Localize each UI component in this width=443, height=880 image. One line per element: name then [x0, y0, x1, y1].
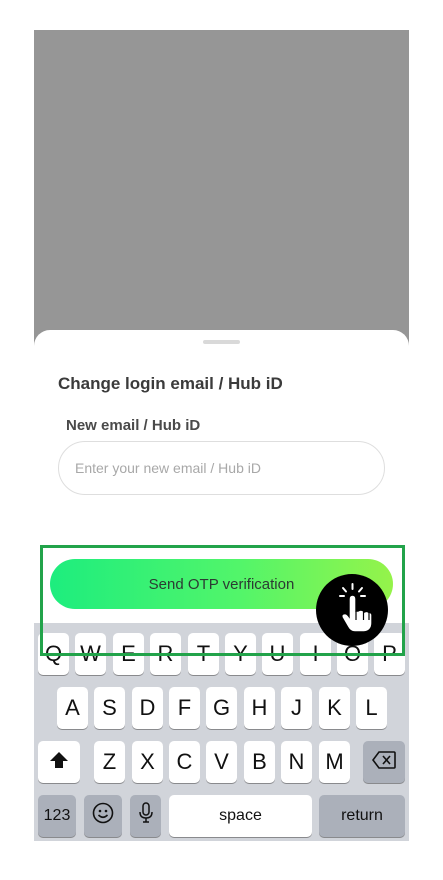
shift-key[interactable] [38, 741, 80, 783]
key-label: A [65, 695, 80, 720]
key-b[interactable]: B [244, 741, 275, 783]
key-m[interactable]: M [319, 741, 350, 783]
key-label: B [252, 749, 267, 774]
space-key-label: space [219, 807, 262, 824]
key-label: L [365, 695, 378, 720]
key-c[interactable]: C [169, 741, 200, 783]
sheet-grabber[interactable] [203, 340, 240, 344]
email-input[interactable] [58, 441, 385, 495]
key-label: H [251, 695, 268, 720]
key-k[interactable]: K [319, 687, 350, 729]
key-label: D [139, 695, 156, 720]
key-label: N [288, 749, 305, 774]
return-key-label: return [341, 807, 383, 824]
shift-icon [49, 749, 69, 775]
key-label: G [212, 695, 231, 720]
key-s[interactable]: S [94, 687, 125, 729]
key-f[interactable]: F [169, 687, 200, 729]
emoji-key[interactable] [84, 795, 122, 837]
tap-indicator [316, 574, 388, 646]
key-d[interactable]: D [132, 687, 163, 729]
numbers-key[interactable]: 123 [38, 795, 76, 837]
key-label: M [325, 749, 344, 774]
phone-screen: Change login email / Hub iD New email / … [34, 30, 409, 841]
sheet-title: Change login email / Hub iD [58, 374, 283, 393]
key-label: J [291, 695, 302, 720]
key-a[interactable]: A [57, 687, 88, 729]
key-label: K [327, 695, 342, 720]
key-n[interactable]: N [281, 741, 312, 783]
numbers-key-label: 123 [43, 807, 71, 824]
key-label: X [140, 749, 155, 774]
key-label: V [214, 749, 229, 774]
key-label: C [176, 749, 193, 774]
key-g[interactable]: G [206, 687, 237, 729]
key-label: F [177, 695, 192, 720]
dimmed-backdrop[interactable] [34, 30, 409, 360]
key-label: S [102, 695, 117, 720]
backspace-icon [372, 749, 396, 775]
microphone-icon [138, 802, 154, 830]
space-key[interactable]: space [169, 795, 312, 837]
key-l[interactable]: L [356, 687, 387, 729]
key-h[interactable]: H [244, 687, 275, 729]
key-z[interactable]: Z [94, 741, 125, 783]
dictation-key[interactable] [130, 795, 161, 837]
email-field-label: New email / Hub iD [66, 417, 201, 434]
hand-pointer-icon [329, 582, 375, 639]
key-j[interactable]: J [281, 687, 312, 729]
key-label: Z [102, 749, 117, 774]
key-x[interactable]: X [132, 741, 163, 783]
return-key[interactable]: return [319, 795, 405, 837]
key-v[interactable]: V [206, 741, 237, 783]
backspace-key[interactable] [363, 741, 405, 783]
emoji-icon [92, 802, 114, 830]
